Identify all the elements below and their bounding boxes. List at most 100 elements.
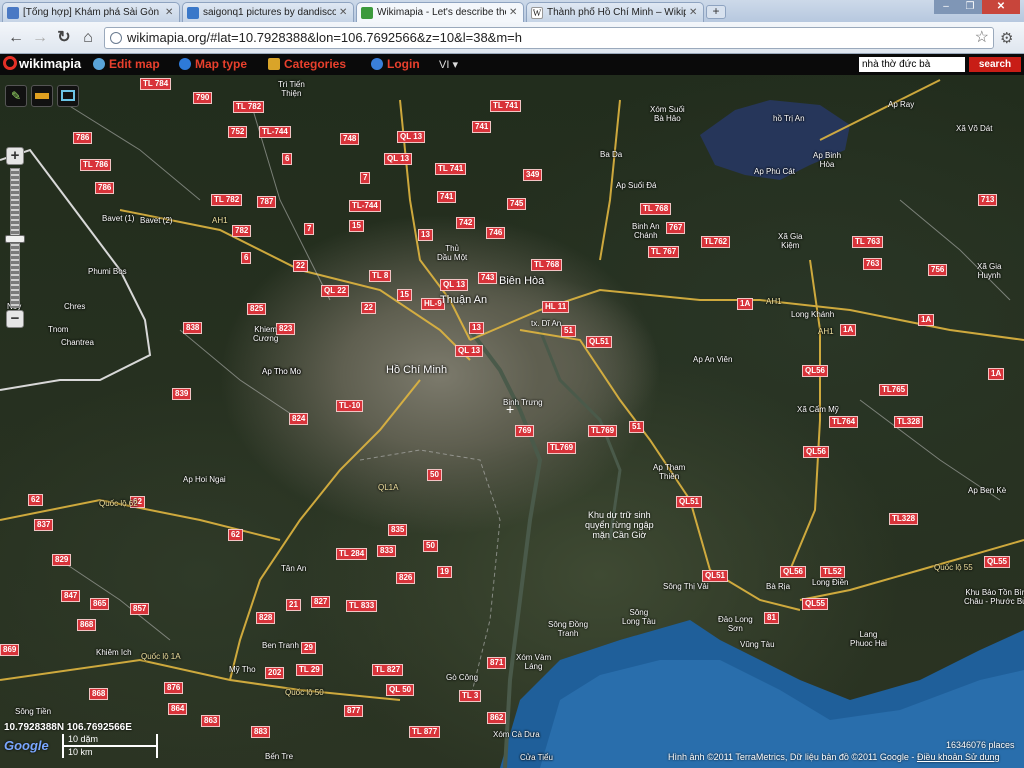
route-label[interactable]: QL 22 <box>321 285 350 297</box>
route-label[interactable]: 769 <box>515 425 535 437</box>
route-label[interactable]: 835 <box>388 524 408 536</box>
route-label[interactable]: 15 <box>397 289 412 301</box>
place-label[interactable]: Phumi Bos <box>88 267 127 276</box>
place-label[interactable]: Ap Ray <box>888 100 914 109</box>
zoom-slider-thumb[interactable] <box>5 235 25 243</box>
route-label[interactable]: 782 <box>232 225 252 237</box>
route-label[interactable]: QL 50 <box>386 684 415 696</box>
route-label[interactable]: QL55 <box>802 598 829 610</box>
categories-button[interactable]: Categories <box>268 57 346 71</box>
route-label[interactable]: TL52 <box>820 566 845 578</box>
route-label[interactable]: 19 <box>437 566 452 578</box>
route-label[interactable]: 62 <box>28 494 43 506</box>
place-label[interactable]: Ba Da <box>600 150 622 159</box>
route-label[interactable]: 748 <box>340 133 360 145</box>
route-label[interactable]: 829 <box>52 554 72 566</box>
route-label[interactable]: TL 741 <box>490 100 522 112</box>
route-label[interactable]: 713 <box>978 194 998 206</box>
route-label[interactable]: 752 <box>228 126 248 138</box>
route-label[interactable]: 863 <box>201 715 221 727</box>
route-label[interactable]: 745 <box>507 198 527 210</box>
route-label[interactable]: 876 <box>164 682 184 694</box>
route-label[interactable]: TL 782 <box>211 194 243 206</box>
route-label[interactable]: 22 <box>293 260 308 272</box>
route-label[interactable]: TL-744 <box>259 126 291 138</box>
route-label[interactable]: HL 11 <box>542 301 570 313</box>
route-label[interactable]: 742 <box>456 217 476 229</box>
route-label[interactable]: 869 <box>0 644 20 656</box>
place-label[interactable]: Xã Võ Dát <box>956 124 992 133</box>
route-label[interactable]: 62 <box>228 529 243 541</box>
place-label[interactable]: Ap Suối Đá <box>616 181 656 190</box>
place-label[interactable]: Mỹ Tho <box>229 665 256 674</box>
wikimapia-logo[interactable]: wikimapia <box>3 56 81 71</box>
route-label[interactable]: 868 <box>89 688 109 700</box>
city-label[interactable]: Biên Hòa <box>499 275 544 287</box>
route-label[interactable]: 877 <box>344 705 364 717</box>
route-label[interactable]: 6 <box>282 153 293 165</box>
place-label[interactable]: Ap An Viên <box>693 355 732 364</box>
route-label[interactable]: 13 <box>469 322 484 334</box>
route-label[interactable]: 21 <box>286 599 301 611</box>
route-label[interactable]: 1A <box>840 324 857 336</box>
place-label[interactable]: Ap Tho Mo <box>262 367 301 376</box>
route-label[interactable]: 22 <box>361 302 376 314</box>
route-label[interactable]: 349 <box>523 169 543 181</box>
place-label[interactable]: Long Điền <box>812 578 848 587</box>
search-input[interactable] <box>859 57 965 72</box>
route-label[interactable]: 790 <box>193 92 213 104</box>
route-label[interactable]: TL 3 <box>459 690 482 702</box>
place-label[interactable]: Xóm Cà Dưa <box>493 730 540 739</box>
route-label[interactable]: 883 <box>251 726 271 738</box>
close-icon[interactable]: ✕ <box>339 7 349 18</box>
route-label[interactable]: 827 <box>311 596 331 608</box>
place-label[interactable]: Tân An <box>281 564 306 573</box>
place-label[interactable]: Khiêm Ich <box>96 648 132 657</box>
route-label[interactable]: 786 <box>95 182 115 194</box>
place-label[interactable]: Gò Công <box>446 673 478 682</box>
route-label[interactable]: 833 <box>377 545 397 557</box>
route-label[interactable]: 824 <box>289 413 309 425</box>
route-label[interactable]: TL 8 <box>369 270 392 282</box>
route-label[interactable]: 767 <box>666 222 686 234</box>
route-label[interactable]: 862 <box>487 712 507 724</box>
tab-saigonq1[interactable]: saigonq1 pictures by dandisco ✕ <box>182 2 354 22</box>
place-label[interactable]: Khu Bảo Tồn Bình Châu - Phước Bửu <box>964 588 1024 606</box>
route-label[interactable]: 828 <box>256 612 276 624</box>
route-label[interactable]: TL765 <box>879 384 909 396</box>
route-label[interactable]: TL 768 <box>640 203 672 215</box>
close-window-button[interactable]: ✕ <box>982 0 1020 14</box>
new-tab-button[interactable]: + <box>706 5 726 19</box>
route-label[interactable]: QL55 <box>984 556 1011 568</box>
wrench-icon[interactable]: ⚙ <box>1000 29 1013 47</box>
route-label[interactable]: 837 <box>34 519 54 531</box>
place-label[interactable]: Xóm Suối Bà Hảo <box>650 105 685 123</box>
route-label[interactable]: QL56 <box>802 365 829 377</box>
place-label[interactable]: Xã Cấm Mỹ <box>797 405 839 414</box>
city-label[interactable]: Thuận An <box>440 294 487 306</box>
route-label[interactable]: TL328 <box>894 416 924 428</box>
route-label[interactable]: 50 <box>427 469 442 481</box>
route-label[interactable]: TL769 <box>547 442 577 454</box>
place-label[interactable]: Lang Phuoc Hai <box>850 630 887 648</box>
place-label[interactable]: Sông Long Tàu <box>622 608 656 626</box>
address-bar[interactable]: wikimapia.org/#lat=10.7928388&lon=106.76… <box>104 27 994 49</box>
minimize-button[interactable]: – <box>934 0 958 14</box>
language-selector[interactable]: VI ▾ <box>439 58 458 71</box>
route-label[interactable]: TL-744 <box>349 200 381 212</box>
place-label[interactable]: Xóm Vàm Láng <box>516 653 551 671</box>
route-label[interactable]: 1A <box>988 368 1005 380</box>
route-label[interactable]: TL 827 <box>372 664 404 676</box>
route-label[interactable]: 825 <box>247 303 267 315</box>
route-label[interactable]: 868 <box>77 619 97 631</box>
place-label[interactable]: Chres <box>64 302 85 311</box>
place-label[interactable]: Bavet (1) <box>102 214 134 223</box>
route-label[interactable]: 29 <box>301 642 316 654</box>
close-icon[interactable]: ✕ <box>689 7 699 18</box>
place-label[interactable]: Ap Binh Hòa <box>813 151 841 169</box>
route-label[interactable]: QL56 <box>803 446 830 458</box>
ruler-tool-button[interactable] <box>31 85 53 107</box>
place-label[interactable]: Tnom <box>48 325 68 334</box>
route-label[interactable]: TL769 <box>588 425 618 437</box>
route-label[interactable]: 756 <box>928 264 948 276</box>
